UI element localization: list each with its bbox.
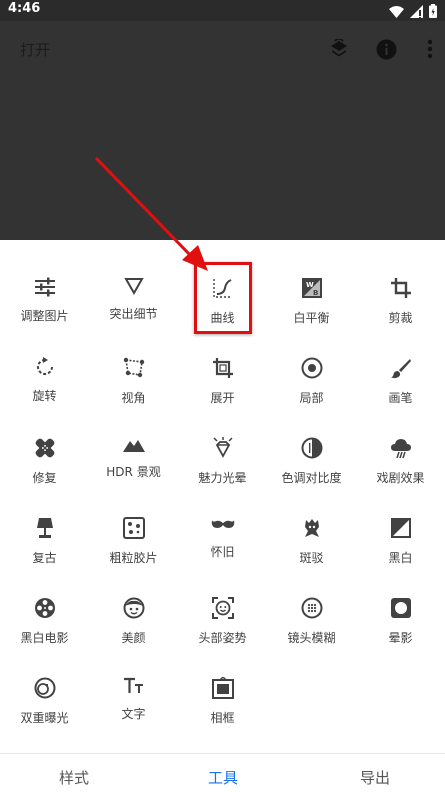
tab-tools[interactable]: 工具 [208, 767, 238, 788]
annotation-arrow [94, 156, 208, 271]
bottom-nav: 样式 工具 导出 [0, 753, 445, 798]
tab-styles[interactable]: 样式 [59, 767, 89, 788]
tab-export[interactable]: 导出 [360, 767, 390, 788]
